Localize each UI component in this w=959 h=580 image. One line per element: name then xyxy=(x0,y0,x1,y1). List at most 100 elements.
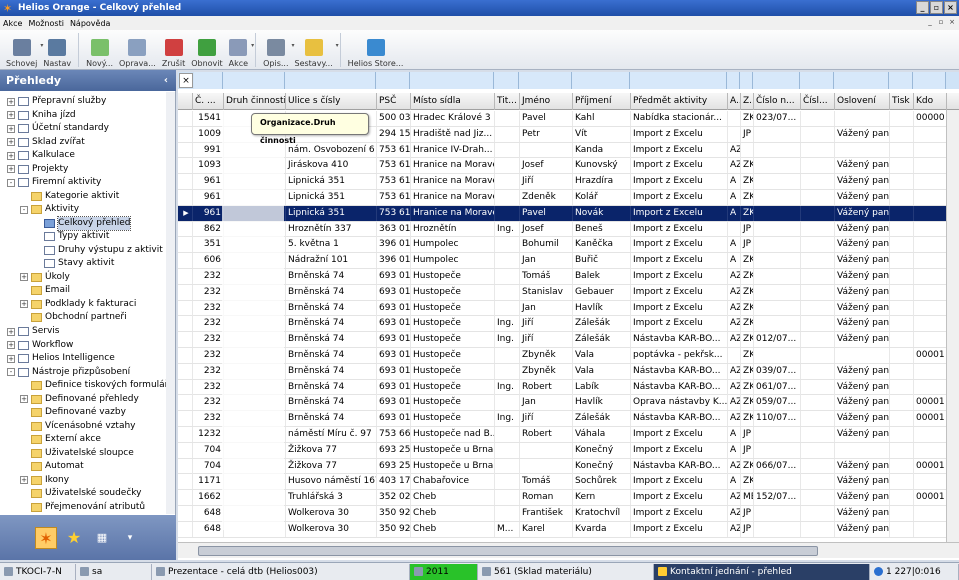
collapse-icon[interactable]: - xyxy=(7,368,15,377)
table-row[interactable]: 704 Žižkova 77 693 25 Hustopeče u Brna Koneč… xyxy=(178,458,959,475)
column-header[interactable]: A... xyxy=(728,93,741,110)
collapse-icon[interactable]: - xyxy=(7,178,15,187)
mdi-minimize-icon[interactable]: _ xyxy=(925,17,935,28)
expand-icon[interactable]: + xyxy=(7,97,15,106)
expand-icon[interactable]: + xyxy=(20,300,28,309)
filter-cell[interactable] xyxy=(519,72,572,89)
filter-cell[interactable] xyxy=(285,72,376,89)
column-header[interactable]: Oslovení xyxy=(835,93,890,110)
table-row[interactable]: 232 Brněnská 74 693 01 Hustopeče Zbyněk Vala N… xyxy=(178,363,959,380)
tree-item[interactable]: - Nástroje přizpůsobení xyxy=(7,366,130,379)
expand-icon[interactable]: + xyxy=(20,273,28,282)
mdi-restore-icon[interactable]: ▫ xyxy=(936,17,946,28)
collapse-sidebar-icon[interactable]: ‹ xyxy=(164,75,168,86)
filter-row[interactable]: × xyxy=(178,72,959,89)
table-row[interactable]: 961 Lipnická 351 753 61 Hranice na Moravě Ji… xyxy=(178,174,959,190)
table-row[interactable]: 351 5. května 1 396 01 Humpolec Bohumil Kaněč… xyxy=(178,237,959,254)
column-header[interactable]: Z... xyxy=(741,93,754,110)
filter-cell[interactable] xyxy=(753,72,800,89)
expand-icon[interactable]: + xyxy=(7,124,15,133)
expand-icon[interactable]: + xyxy=(7,327,15,336)
tree-item[interactable]: + Kalkulace xyxy=(7,149,75,162)
menu-item-1[interactable]: Možnosti xyxy=(28,19,64,28)
table-row[interactable]: 862 Hroznětín 337 363 01 Hroznětín Ing. Josef… xyxy=(178,221,959,238)
clear-filter-icon[interactable]: × xyxy=(179,73,193,88)
tree-item[interactable]: + Účetní standardy xyxy=(7,122,109,135)
table-row[interactable]: 1093 Jiráskova 410 753 61 Hranice na Moravě… xyxy=(178,158,959,175)
tree-item[interactable]: Externí akce xyxy=(20,433,101,446)
tree-item[interactable]: Celkový přehled xyxy=(33,215,132,231)
favorites-star-icon[interactable]: ★ xyxy=(63,527,85,549)
tree-item[interactable]: - Firemní aktivity xyxy=(7,176,101,189)
tree-item[interactable]: Obchodní partneři xyxy=(20,311,127,324)
column-header[interactable]: Druh činnosti xyxy=(224,93,286,110)
column-header[interactable]: Ulice s čísly xyxy=(286,93,377,110)
tree-item[interactable]: Kategorie aktivit xyxy=(20,190,119,203)
expand-icon[interactable]: + xyxy=(20,395,28,404)
tree-item[interactable]: + Úkoly xyxy=(20,271,70,284)
filter-cell[interactable] xyxy=(494,72,519,89)
tree-item[interactable]: + Přepravní služby xyxy=(7,95,106,108)
column-header[interactable]: Číslo n... xyxy=(754,93,801,110)
expand-icon[interactable]: + xyxy=(7,354,15,363)
column-header[interactable]: Č. ... xyxy=(193,93,224,110)
tree-item[interactable]: Definice tiskových formulářů xyxy=(20,379,174,392)
tree-item[interactable]: Druhy výstupu z aktivit xyxy=(33,244,163,257)
tree-item[interactable]: + Sklad zvířat xyxy=(7,136,85,149)
table-row[interactable]: 648 Wolkerova 30 350 92 Cheb M... Karel Kvarda… xyxy=(178,521,959,538)
toolbar-button-8[interactable]: Sestavy... ▾ xyxy=(292,30,339,70)
toolbar-button-5[interactable]: Obnovit xyxy=(188,30,225,70)
filter-cell[interactable] xyxy=(727,72,740,89)
maximize-button[interactable]: ▫ xyxy=(930,1,943,14)
table-row[interactable]: 232 Brněnská 74 693 01 Hustopeče Jan Havlík Im… xyxy=(178,300,959,317)
table-row[interactable]: 606 Nádražní 101 396 01 Humpolec Jan Buřič Imp… xyxy=(178,253,959,269)
column-header[interactable]: Místo sídla xyxy=(411,93,495,110)
filter-cell[interactable] xyxy=(376,72,410,89)
expand-icon[interactable]: + xyxy=(7,138,15,147)
dropdown-arrow-icon[interactable]: ▾ xyxy=(336,42,339,49)
column-header[interactable]: PSČ xyxy=(377,93,411,110)
table-row[interactable]: 648 Wolkerova 30 350 92 Cheb František Kratoc… xyxy=(178,506,959,522)
tree-item[interactable]: - Aktivity xyxy=(20,203,79,216)
minimize-button[interactable]: _ xyxy=(916,1,929,14)
table-row[interactable]: 232 Brněnská 74 693 01 Hustopeče Zbyněk Vala p… xyxy=(178,348,959,364)
tree-item[interactable]: + Workflow xyxy=(7,339,73,352)
tree-item[interactable]: Definované vazby xyxy=(20,406,126,419)
filter-cell[interactable] xyxy=(410,72,494,89)
column-header[interactable]: Tit... xyxy=(495,93,520,110)
filter-cell[interactable] xyxy=(800,72,834,89)
tree-item[interactable]: + Kniha jízd xyxy=(7,109,76,122)
filter-cell[interactable] xyxy=(740,72,753,89)
tree-item[interactable]: Uživatelské soudečky xyxy=(20,487,142,500)
tree-item[interactable]: + Podklady k fakturaci xyxy=(20,298,136,311)
filter-cell[interactable] xyxy=(889,72,913,89)
close-button[interactable]: × xyxy=(944,1,957,14)
overviews-nav-icon[interactable]: ✶ xyxy=(35,526,57,549)
tree-item[interactable]: + Projekty xyxy=(7,163,68,176)
table-row[interactable]: 1232 náměstí Míru č. 97 753 66 Hustopeče na… xyxy=(178,427,959,443)
table-row[interactable]: 232 Brněnská 74 693 01 Hustopeče Ing. Robert L… xyxy=(178,379,959,396)
dropdown-arrow-icon[interactable]: ▾ xyxy=(251,42,254,49)
tree-item[interactable]: Typy aktivit xyxy=(33,230,109,243)
tree-item[interactable]: + Helios Intelligence xyxy=(7,352,115,365)
expand-icon[interactable]: + xyxy=(20,476,28,485)
collapse-icon[interactable]: - xyxy=(20,205,28,214)
more-chevron-icon[interactable]: ▾ xyxy=(119,527,141,549)
tree-item[interactable]: Stavy aktivit xyxy=(33,257,114,270)
tree-item[interactable]: Vícenásobné vztahy xyxy=(20,420,136,433)
menu-item-0[interactable]: Akce xyxy=(3,19,22,28)
sidebar-scrollbar[interactable] xyxy=(166,92,175,514)
tree-item[interactable]: + Ikony xyxy=(20,474,69,487)
expand-icon[interactable]: + xyxy=(7,341,15,350)
mdi-close-icon[interactable]: × xyxy=(947,17,957,28)
modules-grid-icon[interactable]: ▦ xyxy=(91,527,113,549)
filter-cell[interactable] xyxy=(194,72,223,89)
toolbar-button-0[interactable]: Schovej ▾ xyxy=(3,30,43,70)
toolbar-button-7[interactable]: Opis... ▾ xyxy=(260,30,295,70)
table-row[interactable]: 232 Brněnská 74 693 01 Hustopeče Jan Havlík Op… xyxy=(178,395,959,412)
expand-icon[interactable]: + xyxy=(7,111,15,120)
filter-cell[interactable] xyxy=(913,72,946,89)
column-header[interactable]: Jméno xyxy=(520,93,573,110)
table-row[interactable]: 961 Lipnická 351 753 61 Hranice na Moravě Zd… xyxy=(178,190,959,206)
grid-horizontal-scrollbar[interactable] xyxy=(178,542,959,558)
